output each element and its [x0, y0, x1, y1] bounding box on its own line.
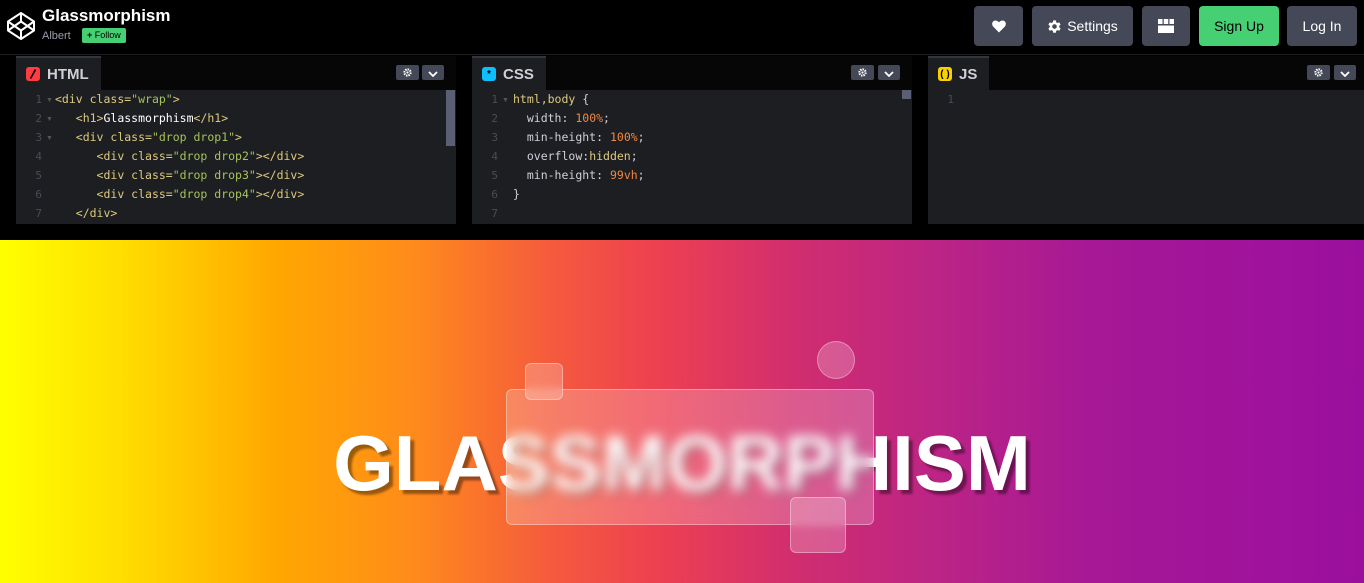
code-line: <div class="drop drop2"></div> — [96, 149, 305, 163]
code-line: <div class="wrap"> — [55, 92, 180, 106]
js-tab-bar — [928, 56, 1364, 90]
js-icon: ( ) — [938, 67, 952, 81]
sign-up-button[interactable]: Sign Up — [1199, 6, 1279, 46]
tab-css[interactable]: * CSS — [472, 56, 546, 90]
glass-drop-square-large — [790, 497, 846, 553]
tab-js[interactable]: ( ) JS — [928, 56, 990, 90]
line-number: 3 — [35, 131, 42, 144]
code-line: <div class="drop drop4"></div> — [96, 187, 305, 201]
js-code[interactable] — [969, 90, 1364, 224]
css-code[interactable]: html,body { width: 100%; min-height: 100… — [513, 90, 645, 223]
html-settings-button[interactable] — [396, 65, 419, 80]
line-number: 4 — [35, 150, 42, 163]
pen-title[interactable]: Glassmorphism — [42, 6, 171, 26]
css-settings-button[interactable] — [851, 65, 874, 80]
gear-icon — [1047, 19, 1067, 34]
html-scrollbar[interactable] — [446, 90, 455, 146]
tab-js-label: JS — [959, 65, 978, 83]
code-line: min-height: 99vh; — [526, 168, 645, 182]
js-settings-button[interactable] — [1307, 65, 1330, 80]
line-number: 7 — [491, 207, 498, 220]
author-name[interactable]: Albert — [42, 30, 71, 42]
code-line: <div class="drop drop3"></div> — [96, 168, 305, 182]
line-number: 6 — [491, 188, 498, 201]
code-line: html,body { — [513, 92, 590, 106]
line-number: 2 — [491, 112, 498, 125]
html-line-numbers: 1 2 3 4 5 6 7 — [16, 90, 46, 223]
html-collapse-button[interactable] — [422, 65, 444, 80]
tab-html-label: HTML — [47, 65, 89, 83]
code-line: <div class="drop drop1"> — [75, 130, 242, 144]
fold-arrow-icon[interactable]: ▼ — [502, 97, 509, 104]
settings-button[interactable]: Settings — [1032, 6, 1133, 46]
fold-arrow-icon[interactable]: ▼ — [46, 135, 53, 142]
html-code[interactable]: <div class="wrap"> <h1>Glassmorphism</h1… — [55, 90, 304, 223]
code-line: } — [513, 187, 520, 201]
code-line: <h1>Glassmorphism</h1> — [75, 111, 229, 125]
editor-area: HTML 1 2 3 4 5 6 7 ▼ ▼ ▼ <div class="wra… — [0, 56, 1364, 224]
line-number: 6 — [35, 188, 42, 201]
line-number: 1 — [491, 93, 498, 106]
line-number: 5 — [491, 169, 498, 182]
heart-button[interactable] — [974, 6, 1023, 46]
log-in-button[interactable]: Log In — [1287, 6, 1357, 46]
header-bar: Glassmorphism Albert Follow Settings Sig… — [0, 0, 1364, 55]
glass-drop-square — [525, 363, 563, 400]
layout-icon — [1158, 19, 1174, 33]
fold-arrow-icon[interactable]: ▼ — [46, 97, 53, 104]
line-number: 1 — [947, 93, 954, 106]
js-line-numbers: 1 — [928, 90, 958, 109]
result-preview[interactable]: GLASSMORPHISM — [0, 240, 1364, 583]
settings-label: Settings — [1067, 18, 1118, 34]
line-number: 3 — [491, 131, 498, 144]
line-number: 7 — [35, 207, 42, 220]
gear-icon — [858, 64, 867, 82]
gear-icon — [403, 64, 412, 82]
heart-icon — [991, 19, 1006, 33]
code-line: overflow:hidden; — [526, 149, 638, 163]
js-editor-pane[interactable]: ( ) JS 1 — [928, 56, 1364, 224]
code-line: width: 100%; — [526, 111, 610, 125]
css-line-numbers: 1 2 3 4 5 6 7 — [472, 90, 502, 223]
html-editor-pane[interactable]: HTML 1 2 3 4 5 6 7 ▼ ▼ ▼ <div class="wra… — [16, 56, 456, 224]
css-collapse-button[interactable] — [878, 65, 900, 80]
css-editor-pane[interactable]: * CSS 1 2 3 4 5 6 7 ▼ html,body { width:… — [472, 56, 912, 224]
css-icon: * — [482, 67, 496, 81]
line-number: 2 — [35, 112, 42, 125]
css-scrollbar[interactable] — [902, 90, 911, 99]
fold-arrow-icon[interactable]: ▼ — [46, 116, 53, 123]
codepen-logo-icon[interactable] — [6, 11, 36, 41]
tab-html[interactable]: HTML — [16, 56, 101, 90]
chevron-down-icon — [1340, 64, 1350, 82]
tab-css-label: CSS — [503, 65, 534, 83]
line-number: 5 — [35, 169, 42, 182]
glass-drop-circle — [817, 341, 855, 379]
line-number: 1 — [35, 93, 42, 106]
line-number: 4 — [491, 150, 498, 163]
gear-icon — [1314, 64, 1323, 82]
js-collapse-button[interactable] — [1334, 65, 1356, 80]
change-view-button[interactable] — [1142, 6, 1190, 46]
html-icon — [26, 67, 40, 81]
follow-button[interactable]: Follow — [82, 28, 126, 43]
chevron-down-icon — [884, 64, 894, 82]
code-line: </div> — [75, 206, 118, 220]
chevron-down-icon — [428, 64, 438, 82]
code-line: min-height: 100%; — [526, 130, 645, 144]
